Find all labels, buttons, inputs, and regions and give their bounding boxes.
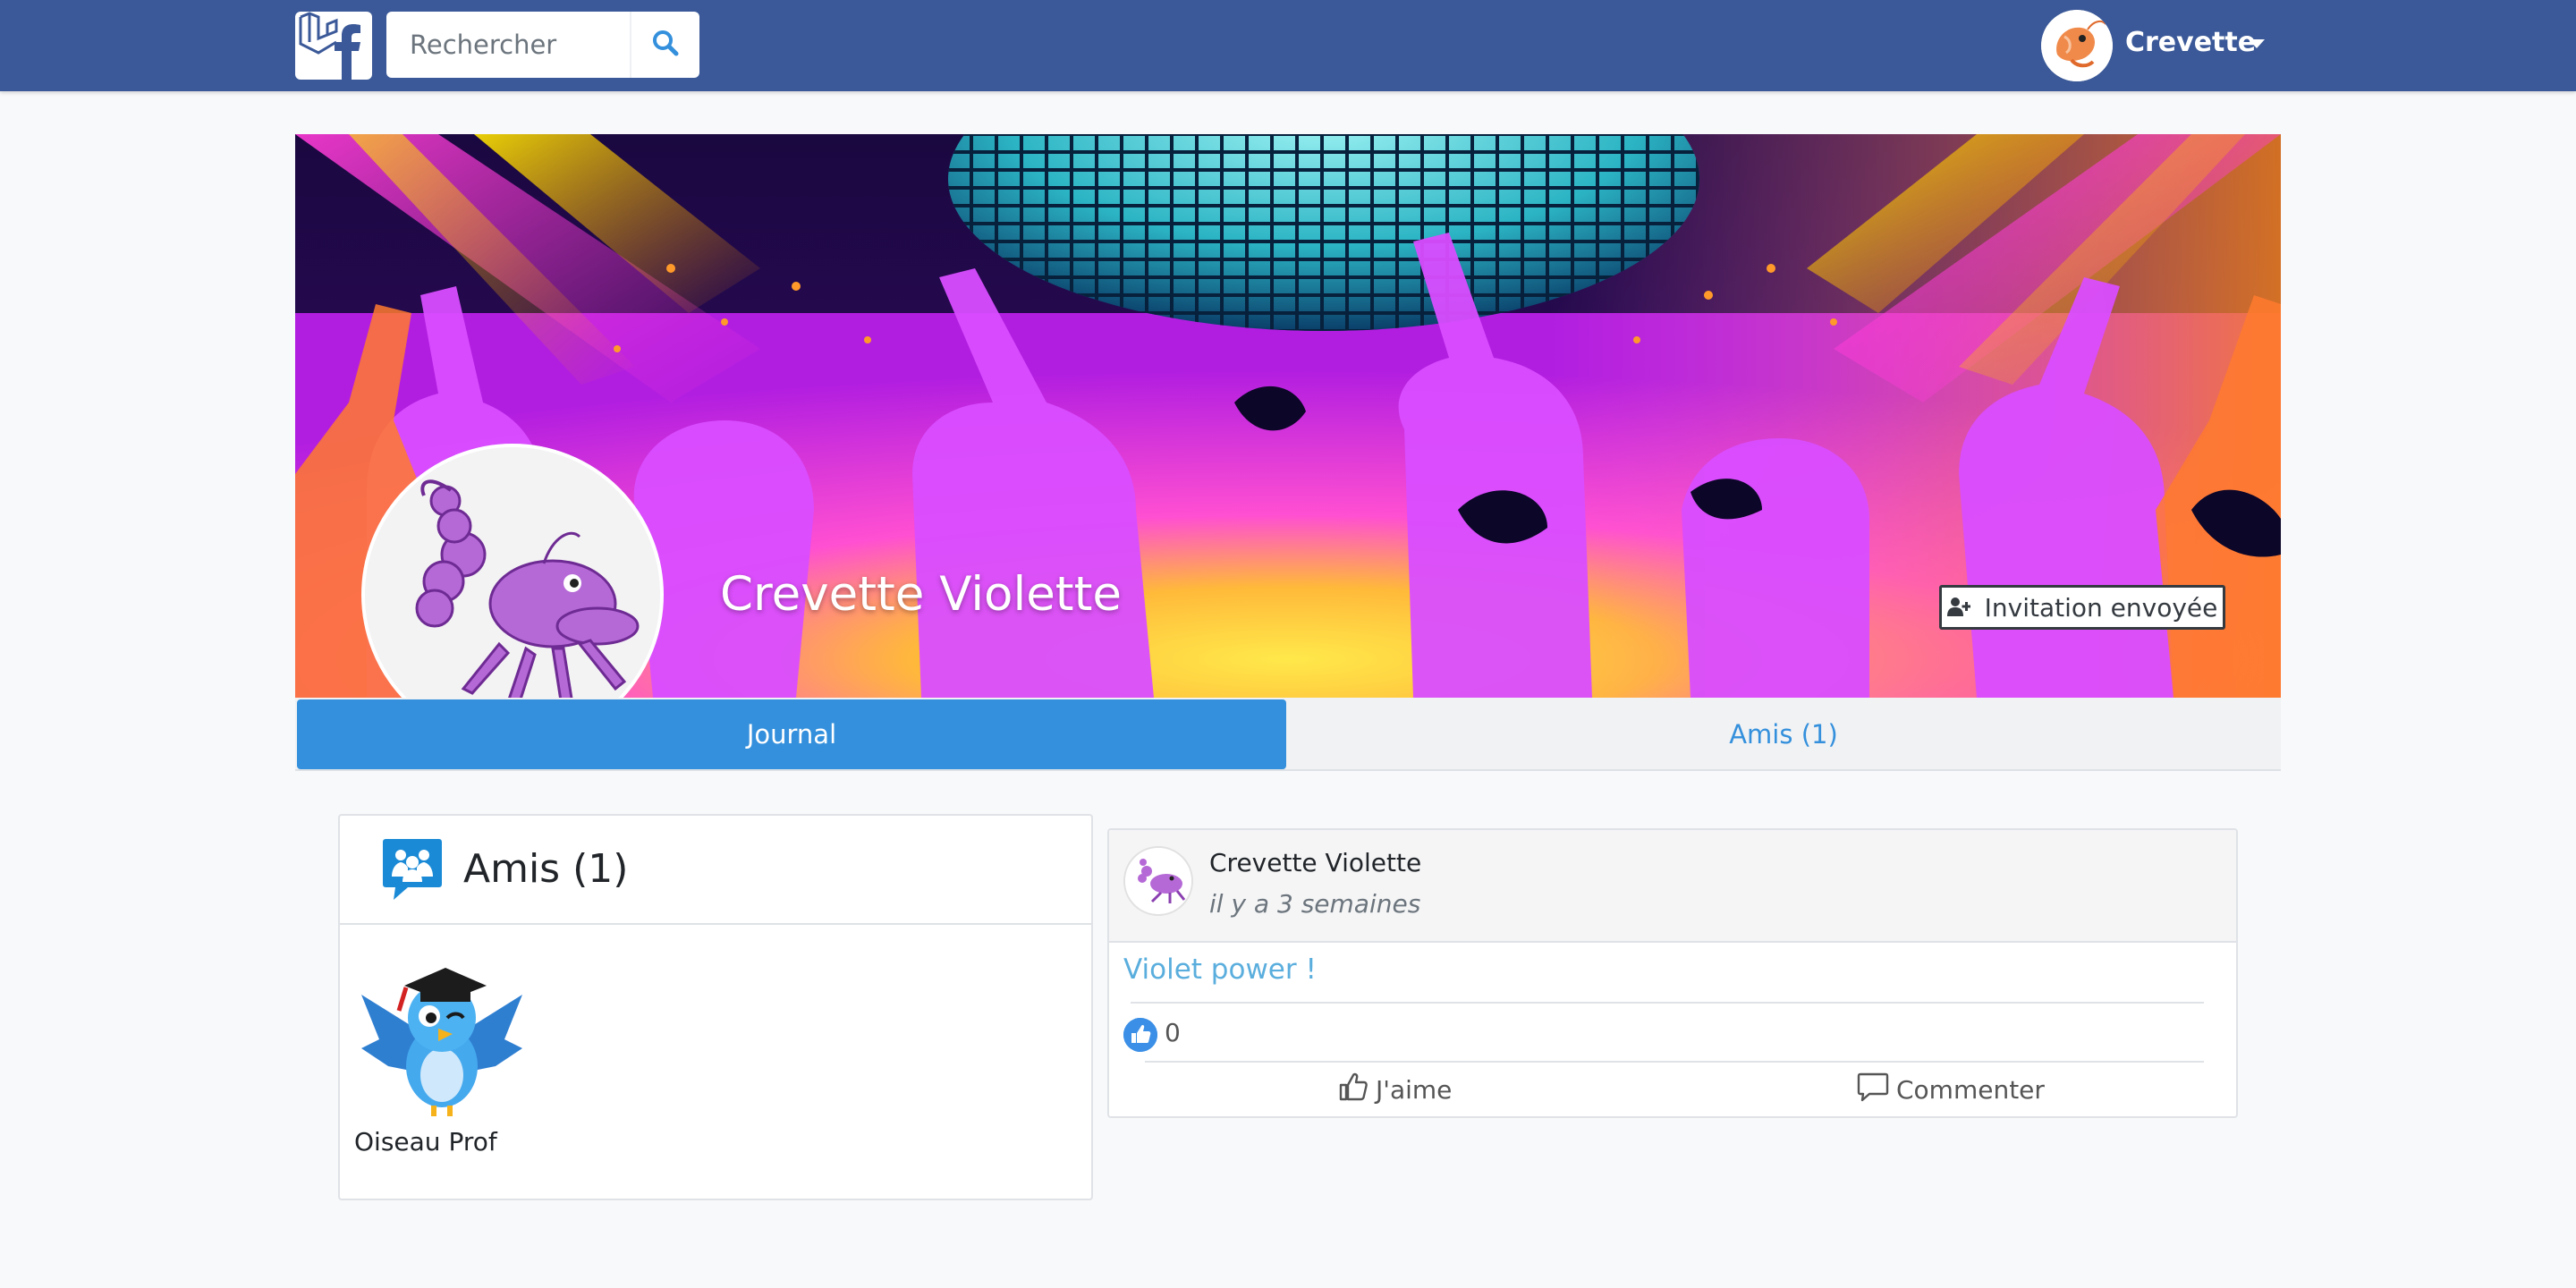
post-actions-divider <box>1145 1061 2204 1063</box>
post-timestamp: il y a 3 semaines <box>1209 889 1421 919</box>
like-count: 0 <box>1165 1018 1181 1047</box>
friends-card-header: Amis (1) <box>340 816 1091 925</box>
tab-journal[interactable]: Journal <box>297 699 1286 769</box>
like-label: J'aime <box>1376 1074 1453 1105</box>
comment-button[interactable]: Commenter <box>1857 1072 2045 1107</box>
friend-name[interactable]: Oiseau Prof <box>354 1127 497 1157</box>
comment-label: Commenter <box>1896 1074 2045 1105</box>
post-card: Crevette Violette il y a 3 semaines Viol… <box>1107 828 2238 1118</box>
search-input[interactable] <box>386 12 630 78</box>
search-button[interactable] <box>630 12 699 78</box>
post-author-name[interactable]: Crevette Violette <box>1209 848 1421 877</box>
user-plus-icon <box>1946 593 1971 623</box>
user-name[interactable]: Crevette <box>2125 27 2256 58</box>
friend-avatar[interactable] <box>352 941 531 1120</box>
friend-item[interactable]: Oiseau Prof <box>352 941 531 1157</box>
friends-title: Amis (1) <box>463 846 629 892</box>
user-avatar[interactable] <box>2041 10 2113 81</box>
thumbs-up-icon <box>1338 1072 1368 1108</box>
invitation-sent-button[interactable]: Invitation envoyée <box>1939 585 2225 630</box>
top-navbar: Crevette <box>0 0 2576 91</box>
post-header: Crevette Violette il y a 3 semaines <box>1109 830 2236 943</box>
friends-group-icon <box>381 837 444 902</box>
chevron-down-icon[interactable] <box>2249 39 2265 48</box>
tab-friends[interactable]: Amis (1) <box>1286 699 2281 769</box>
profile-tabs: Journal Amis (1) <box>295 698 2281 771</box>
post-content[interactable]: Violet power ! <box>1123 953 1317 986</box>
like-badge-icon <box>1123 1018 1157 1052</box>
invitation-sent-label: Invitation envoyée <box>1984 592 2218 623</box>
post-author-avatar[interactable] <box>1123 846 1193 916</box>
friends-card: Amis (1) Oiseau Prof <box>338 814 1093 1200</box>
profile-name: Crevette Violette <box>720 567 1122 622</box>
app-logo[interactable] <box>295 12 372 80</box>
like-button[interactable]: J'aime <box>1338 1072 1452 1107</box>
post-divider <box>1131 1002 2204 1004</box>
search-icon <box>652 30 679 60</box>
comment-icon <box>1857 1072 1889 1108</box>
